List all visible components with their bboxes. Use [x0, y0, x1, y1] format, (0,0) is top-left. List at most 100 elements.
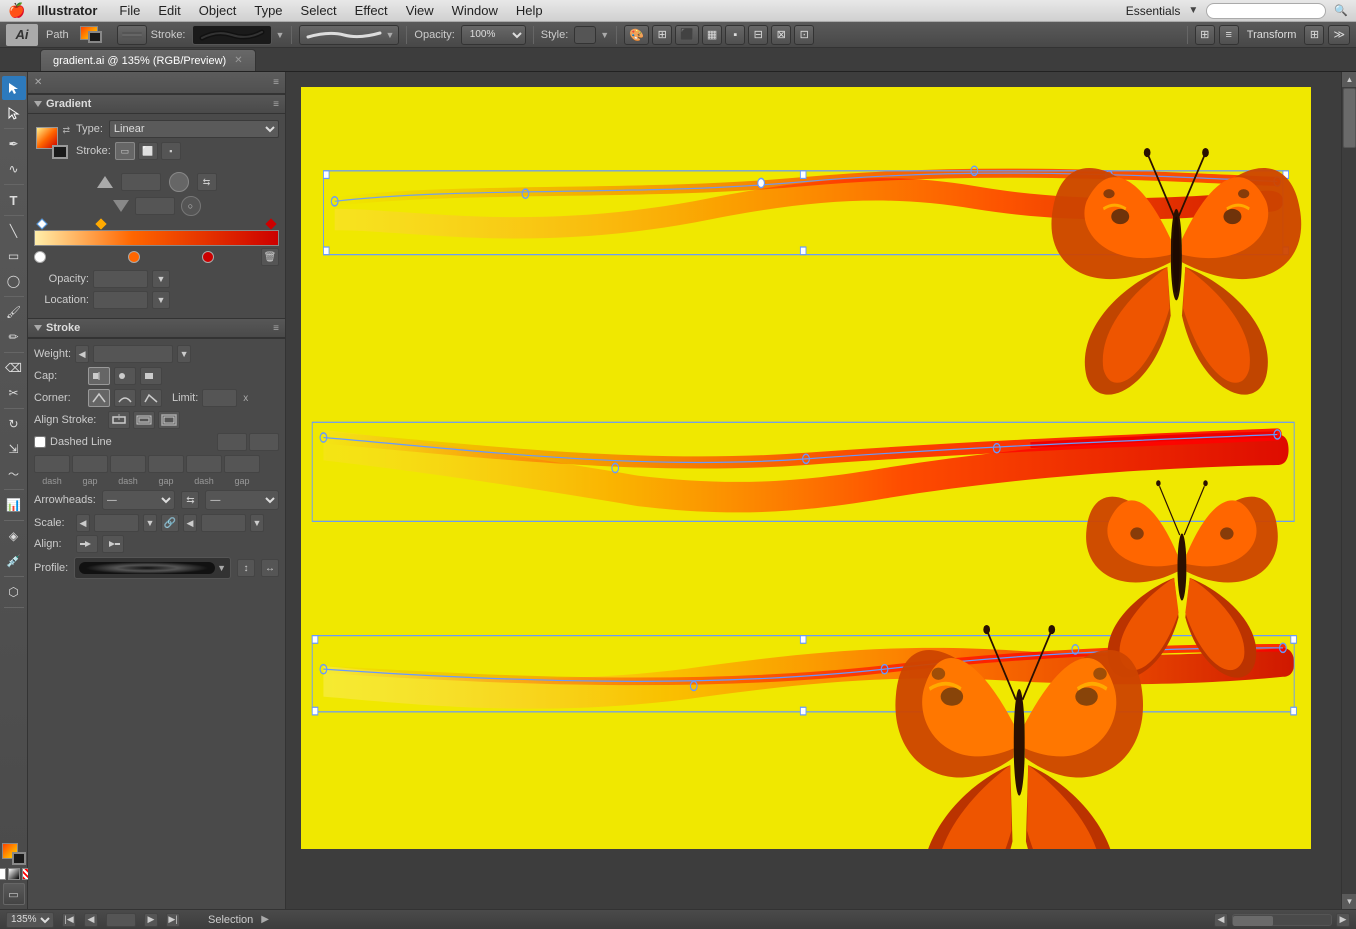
- eyedropper-tool[interactable]: 💉: [2, 549, 26, 573]
- apple-menu[interactable]: 🍎: [8, 2, 25, 19]
- menu-type[interactable]: Type: [246, 1, 290, 20]
- direct-selection-tool[interactable]: [2, 101, 26, 125]
- stroke-btn-1[interactable]: ▭: [115, 142, 135, 160]
- menu-window[interactable]: Window: [444, 1, 506, 20]
- stroke-box[interactable]: [12, 852, 26, 865]
- style-dropdown[interactable]: ▼: [600, 30, 609, 40]
- curvature-tool[interactable]: ∿: [2, 157, 26, 181]
- recolor-icon[interactable]: 🎨: [624, 25, 649, 45]
- spacing-icon[interactable]: ⊡: [794, 25, 814, 45]
- align-inside-stroke-btn[interactable]: [133, 411, 155, 429]
- opacity-dropdown-gp[interactable]: ▼: [152, 270, 170, 288]
- nav-first-btn[interactable]: |◀: [62, 913, 76, 927]
- corner-miter-btn[interactable]: [88, 389, 110, 407]
- scroll-left-btn[interactable]: ◀: [1214, 913, 1228, 927]
- search-input[interactable]: [1206, 3, 1326, 19]
- rotate-tool[interactable]: ↻: [2, 412, 26, 436]
- opacity-input-gp[interactable]: 10%: [93, 270, 148, 288]
- pencil-tool[interactable]: ✏: [2, 325, 26, 349]
- reverse-gradient-btn[interactable]: ⇆: [197, 173, 217, 191]
- menu-edit[interactable]: Edit: [150, 1, 188, 20]
- gradient-main-swatch[interactable]: ⇄: [34, 125, 70, 161]
- menu-object[interactable]: Object: [191, 1, 245, 20]
- dash-3[interactable]: [186, 455, 222, 473]
- stop-circle-right[interactable]: [202, 251, 214, 263]
- scroll-thumb-right[interactable]: [1343, 88, 1356, 148]
- scale-1-dropdown[interactable]: ▼: [143, 514, 157, 532]
- stop-circle-mid[interactable]: [128, 251, 140, 263]
- distribute-v-icon[interactable]: ⊠: [771, 25, 791, 45]
- align-outside-stroke-btn[interactable]: [158, 411, 180, 429]
- distribute-icon[interactable]: ⊟: [748, 25, 768, 45]
- scroll-up-btn[interactable]: ▲: [1342, 72, 1356, 87]
- angle-circle-btn-2[interactable]: ○: [181, 196, 201, 216]
- scroll-track-right[interactable]: [1342, 87, 1356, 894]
- profile-flip-v-btn[interactable]: ↔: [261, 559, 279, 577]
- delete-stop-btn[interactable]: 🗑: [261, 248, 279, 266]
- dashed-opt-1[interactable]: [217, 433, 247, 451]
- nav-next-btn[interactable]: ▶: [144, 913, 158, 927]
- stroke-indicator[interactable]: [88, 31, 102, 43]
- dash-1[interactable]: [34, 455, 70, 473]
- ellipse-tool[interactable]: ◯: [2, 269, 26, 293]
- angle-input[interactable]: [121, 173, 161, 191]
- column-graph-tool[interactable]: 📊: [2, 493, 26, 517]
- align-right-icon[interactable]: ▪: [725, 25, 745, 45]
- weight-input[interactable]: [93, 345, 173, 363]
- blend-tool[interactable]: ⬡: [2, 580, 26, 604]
- color-mode-btn[interactable]: [0, 868, 6, 880]
- stop-diamond-right[interactable]: [265, 218, 276, 229]
- type-tool[interactable]: T: [2, 188, 26, 212]
- line-tool[interactable]: ╲: [2, 219, 26, 243]
- gap-1[interactable]: [72, 455, 108, 473]
- profile-select[interactable]: ▼: [74, 557, 231, 579]
- scale-2-icon[interactable]: ◀: [183, 514, 197, 532]
- menu-effect[interactable]: Effect: [347, 1, 396, 20]
- gradient-mode-btn[interactable]: [8, 868, 20, 880]
- scale-link-btn[interactable]: 🔗: [161, 514, 179, 532]
- align-end-btn[interactable]: [102, 535, 124, 553]
- corner-bevel-btn[interactable]: [140, 389, 162, 407]
- opacity-select[interactable]: 100%: [461, 25, 526, 45]
- angle-input-2[interactable]: [135, 197, 175, 215]
- stroke-preview[interactable]: [192, 25, 272, 45]
- align-left-icon[interactable]: ⬛: [675, 25, 699, 45]
- app-name[interactable]: Illustrator: [37, 3, 97, 18]
- tab-close-btn[interactable]: ✕: [234, 55, 242, 66]
- essentials-arrow[interactable]: ▼: [1188, 5, 1198, 16]
- cap-square-btn[interactable]: [140, 367, 162, 385]
- pen-tool[interactable]: ✒: [2, 132, 26, 156]
- weight-decrease-btn[interactable]: ◀: [75, 345, 89, 363]
- nav-last-btn[interactable]: ▶|: [166, 913, 180, 927]
- h-scroll-thumb[interactable]: [1232, 914, 1332, 926]
- fill-stroke-indicator[interactable]: [78, 24, 110, 46]
- scroll-right-btn[interactable]: ▶: [1336, 913, 1350, 927]
- selection-tool[interactable]: [2, 76, 26, 100]
- menu-file[interactable]: File: [111, 1, 148, 20]
- scissors-tool[interactable]: ✂: [2, 381, 26, 405]
- fill-stroke-boxes[interactable]: [2, 843, 26, 865]
- dashed-opt-2[interactable]: [249, 433, 279, 451]
- more-options[interactable]: ≫: [1328, 25, 1350, 45]
- nav-prev-btn[interactable]: ◀: [84, 913, 98, 927]
- scroll-down-btn[interactable]: ▼: [1342, 894, 1356, 909]
- style-box[interactable]: [574, 26, 596, 44]
- panel-close-btn[interactable]: ✕: [34, 77, 42, 88]
- screen-mode-btn[interactable]: ▭: [3, 883, 25, 905]
- zoom-select[interactable]: 135%: [6, 912, 54, 928]
- menu-select[interactable]: Select: [293, 1, 345, 20]
- rectangle-tool[interactable]: ▭: [2, 244, 26, 268]
- dashed-checkbox-label[interactable]: Dashed Line: [34, 436, 112, 448]
- gradient-type-select[interactable]: Linear: [109, 120, 279, 138]
- profile-dropdown-arrow[interactable]: ▼: [217, 563, 226, 573]
- stop-circle-left[interactable]: [34, 251, 46, 263]
- panel-toggle-icon[interactable]: ≡: [1219, 25, 1239, 45]
- scale-tool[interactable]: ⇲: [2, 437, 26, 461]
- cap-round-btn[interactable]: [114, 367, 136, 385]
- warp-tool[interactable]: 〜: [2, 462, 26, 486]
- eraser-tool[interactable]: ⌫: [2, 356, 26, 380]
- stroke-preview-box[interactable]: [52, 145, 68, 159]
- gap-2[interactable]: [148, 455, 184, 473]
- panel-collapse-btn[interactable]: ≡: [273, 77, 279, 88]
- gap-3[interactable]: [224, 455, 260, 473]
